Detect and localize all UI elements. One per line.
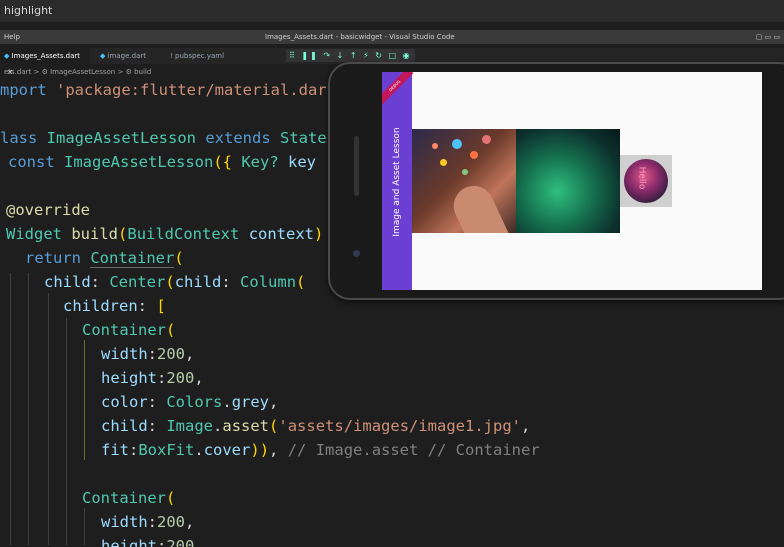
tab-images-assets[interactable]: ◆ Images_Assets.dart × (0, 48, 90, 76)
tab-pubspec[interactable]: ! pubspec.yaml (166, 48, 240, 64)
asset-image-2 (516, 129, 620, 233)
code-line[interactable]: color: Colors.grey, (101, 390, 278, 414)
indent-guide (10, 273, 11, 545)
code-line[interactable]: Widget build(BuildContext context) (6, 222, 323, 246)
code-line[interactable]: Container( (82, 486, 175, 510)
code-line[interactable]: children: [ (63, 294, 166, 318)
app-bar-title: Image and Asset Lesson (392, 127, 402, 237)
window-titlebar: Help Images_Assets.dart - basicwidget - … (0, 30, 784, 44)
code-line[interactable]: width:200, (101, 510, 194, 534)
code-line[interactable]: height:200 (101, 534, 194, 547)
social-bubble-icon (452, 139, 462, 149)
layout-icons[interactable]: ▢ ▭ ▭ (756, 30, 780, 44)
code-line[interactable]: fit:BoxFit.cover)), // Image.asset // Co… (101, 438, 540, 462)
tab-label: image.dart (107, 52, 146, 60)
window-title: Images_Assets.dart - basicwidget - Visua… (265, 33, 455, 41)
top-band: highlight (0, 0, 784, 22)
social-bubble-icon (432, 143, 438, 149)
code-line[interactable]: Container( (82, 318, 175, 342)
tab-label: pubspec.yaml (175, 52, 225, 60)
asset-image-3: Hello (620, 155, 672, 207)
dart-file-icon: ◆ (4, 52, 12, 60)
indent-guide (28, 273, 29, 545)
camera-icon (353, 250, 360, 257)
menu-help[interactable]: Help (4, 30, 20, 44)
social-bubble-icon (470, 151, 478, 159)
tab-image-dart[interactable]: ◆ image.dart (96, 48, 166, 64)
hand-shape (447, 179, 509, 233)
code-line[interactable]: child: Image.asset('assets/images/image1… (101, 414, 530, 438)
social-bubble-icon (462, 169, 468, 175)
code-line[interactable]: @override (6, 198, 90, 222)
code-line[interactable]: width:200, (101, 342, 194, 366)
code-line[interactable]: height:200, (101, 366, 204, 390)
code-line[interactable]: mport 'package:flutter/material.dar (0, 78, 327, 102)
android-emulator[interactable]: Image and Asset Lesson DEBUG Hello ↖ (328, 62, 784, 300)
code-line[interactable]: return Container( (25, 246, 184, 270)
overlay-text: Hello (636, 166, 647, 190)
asset-image-1 (412, 129, 516, 233)
social-bubble-icon (440, 159, 447, 166)
indent-guide (48, 293, 49, 545)
code-line[interactable]: lass ImageAssetLesson extends State (0, 126, 327, 150)
speaker-grille (354, 136, 359, 196)
code-line[interactable]: child: Center(child: Column( (44, 270, 305, 294)
code-line[interactable]: const ImageAssetLesson({ Key? key (8, 150, 316, 174)
app-bar: Image and Asset Lesson (382, 72, 412, 290)
emulator-screen[interactable]: Image and Asset Lesson DEBUG Hello ↖ (382, 72, 762, 290)
dart-file-icon: ◆ (100, 52, 108, 60)
circle-avatar: Hello (624, 159, 668, 203)
indent-guide-active (84, 340, 85, 460)
social-bubble-icon (482, 135, 491, 144)
tab-label: Images_Assets.dart (11, 52, 81, 60)
indent-guide (66, 318, 67, 545)
debug-toolbar[interactable]: ⠿ ❚❚ ↷ ↓ ↑ ⚡ ↻ □ ◉ (286, 49, 415, 62)
indent-guide (84, 508, 85, 545)
top-band-text: highlight (4, 4, 53, 17)
